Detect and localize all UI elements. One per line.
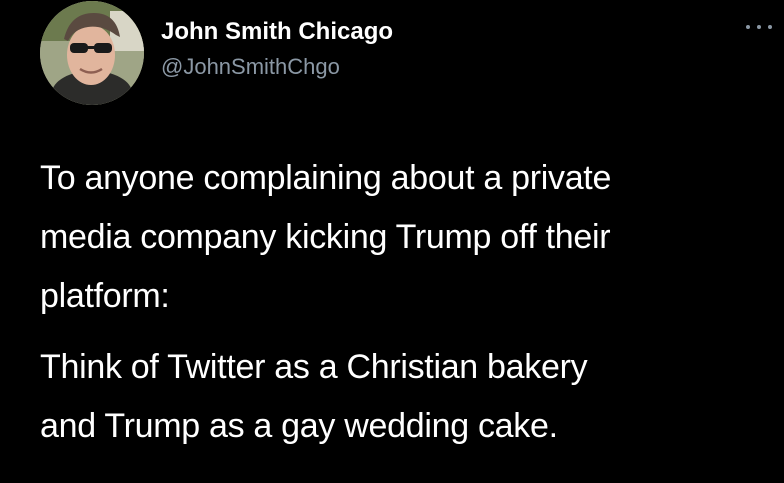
tweet-paragraph: To anyone complaining about a private me… [40,149,776,326]
ellipsis-dot [746,25,750,29]
author-display-name[interactable]: John Smith Chicago [161,15,393,49]
avatar-photo-icon [40,1,144,105]
tweet-text-line: To anyone complaining about a private [40,159,612,197]
tweet-paragraph: Think of Twitter as a Christian bakery a… [40,338,776,456]
tweet-card: John Smith Chicago @JohnSmithChgo To any… [0,0,784,483]
avatar[interactable] [40,1,144,105]
ellipsis-icon[interactable] [746,20,772,34]
tweet-text-line: platform: [40,277,170,315]
tweet-text-line: and Trump as a gay wedding cake. [40,407,558,445]
tweet-text-line: media company kicking Trump off their [40,218,611,256]
ellipsis-dot [768,25,772,29]
ellipsis-dot [757,25,761,29]
author-handle[interactable]: @JohnSmithChgo [161,52,340,82]
tweet-text: To anyone complaining about a private me… [40,149,776,456]
tweet-text-line: Think of Twitter as a Christian bakery [40,348,588,386]
